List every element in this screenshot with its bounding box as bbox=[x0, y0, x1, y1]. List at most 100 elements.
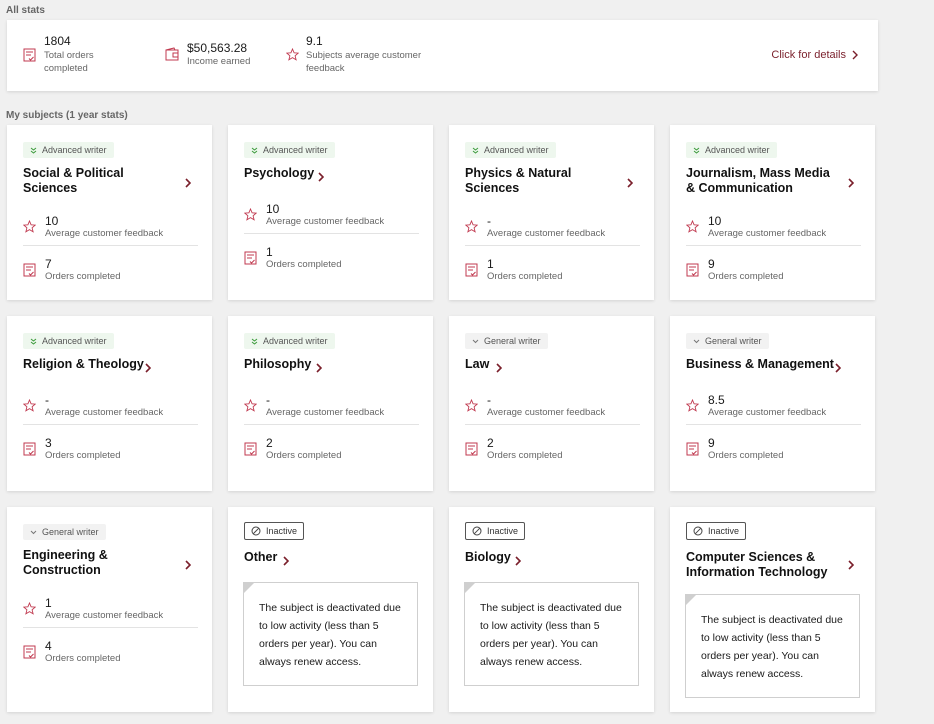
subject-title[interactable]: Religion & Theology bbox=[23, 357, 144, 372]
stat-total-orders: 1804 Total orders completed bbox=[23, 34, 153, 78]
orders-value: 2 bbox=[266, 436, 273, 450]
subject-title[interactable]: Social & Political Sciences bbox=[23, 166, 178, 196]
double-chevron-icon bbox=[251, 147, 258, 154]
orders-label: Orders completed bbox=[45, 450, 121, 461]
feedback-label: Average customer feedback bbox=[45, 228, 164, 239]
total-orders-label: Total orders completed bbox=[44, 50, 94, 74]
subject-card: General writer Law - Average customer feedb… bbox=[449, 316, 654, 491]
star-icon bbox=[22, 219, 37, 238]
chevron-right-icon[interactable] bbox=[848, 175, 855, 193]
orders-icon bbox=[244, 442, 257, 461]
chevron-right-icon[interactable] bbox=[848, 557, 855, 575]
feedback-value: - bbox=[266, 393, 270, 407]
orders-label: Orders completed bbox=[266, 450, 342, 461]
chevron-right-icon[interactable] bbox=[316, 360, 323, 378]
feedback-value: 10 bbox=[266, 202, 280, 216]
orders-icon bbox=[23, 263, 36, 282]
chevron-right-icon[interactable] bbox=[318, 169, 325, 187]
feedback-label: Average customer feedback bbox=[45, 610, 164, 621]
subject-card: General writer Engineering & Construction… bbox=[7, 507, 212, 712]
subject-title[interactable]: Psychology bbox=[244, 166, 314, 181]
divider bbox=[244, 233, 419, 234]
general-writer-badge: General writer bbox=[686, 333, 769, 349]
orders-icon bbox=[244, 251, 257, 270]
orders-icon bbox=[686, 263, 699, 282]
feedback-label: Average customer feedback bbox=[45, 407, 164, 418]
subject-title[interactable]: Other bbox=[244, 550, 277, 565]
subject-title[interactable]: Computer Sciences & Information Technolo… bbox=[686, 550, 841, 580]
chevron-right-icon[interactable] bbox=[185, 175, 192, 193]
divider bbox=[23, 627, 198, 628]
chevron-right-icon[interactable] bbox=[185, 557, 192, 575]
my-subjects-title: My subjects (1 year stats) bbox=[6, 110, 128, 121]
feedback-value: 10 bbox=[45, 214, 59, 228]
subject-title[interactable]: Law bbox=[465, 357, 489, 372]
feedback-label: Average customer feedback bbox=[487, 228, 606, 239]
feedback-value: 9.1 bbox=[306, 34, 323, 48]
badge-label: Inactive bbox=[266, 526, 298, 536]
badge-label: General writer bbox=[705, 336, 762, 346]
notice-corner bbox=[464, 582, 476, 594]
notice-corner bbox=[243, 582, 255, 594]
deactivated-notice: The subject is deactivated due to low ac… bbox=[685, 594, 860, 698]
subject-card: Advanced writer Social & Political Scienc… bbox=[7, 125, 212, 300]
subject-card: Inactive Other The subject is deactivated … bbox=[228, 507, 433, 712]
subject-title[interactable]: Engineering & Construction bbox=[23, 548, 178, 578]
deactivated-text: The subject is deactivated due to low ac… bbox=[701, 614, 843, 680]
income-value: $50,563.28 bbox=[187, 41, 248, 55]
divider bbox=[465, 245, 640, 246]
feedback-value: 8.5 bbox=[708, 393, 725, 407]
badge-label: Advanced writer bbox=[484, 145, 549, 155]
star-icon bbox=[685, 219, 700, 238]
star-icon bbox=[22, 398, 37, 417]
badge-label: Advanced writer bbox=[42, 336, 107, 346]
subject-title[interactable]: Business & Management bbox=[686, 357, 834, 372]
subject-title[interactable]: Journalism, Mass Media & Communication bbox=[686, 166, 841, 196]
advanced-writer-badge: Advanced writer bbox=[244, 333, 335, 349]
divider bbox=[23, 424, 198, 425]
chevron-right-icon[interactable] bbox=[496, 360, 503, 378]
double-chevron-icon bbox=[693, 147, 700, 154]
chevron-down-icon bbox=[472, 339, 479, 344]
subject-title[interactable]: Physics & Natural Sciences bbox=[465, 166, 620, 196]
advanced-writer-badge: Advanced writer bbox=[23, 142, 114, 158]
inactive-badge: Inactive bbox=[244, 522, 305, 540]
chevron-right-icon[interactable] bbox=[283, 553, 290, 571]
badge-label: Advanced writer bbox=[263, 145, 328, 155]
subject-title[interactable]: Philosophy bbox=[244, 357, 311, 372]
subject-title[interactable]: Biology bbox=[465, 550, 511, 565]
advanced-writer-badge: Advanced writer bbox=[244, 142, 335, 158]
subject-card: Advanced writer Journalism, Mass Media & … bbox=[670, 125, 875, 300]
chevron-right-icon[interactable] bbox=[835, 360, 842, 378]
double-chevron-icon bbox=[251, 338, 258, 345]
chevron-right-icon[interactable] bbox=[627, 175, 634, 193]
orders-value: 9 bbox=[708, 436, 715, 450]
advanced-writer-badge: Advanced writer bbox=[686, 142, 777, 158]
divider bbox=[244, 424, 419, 425]
subject-card: Advanced writer Physics & Natural Science… bbox=[449, 125, 654, 300]
orders-value: 7 bbox=[45, 257, 52, 271]
deactivated-notice: The subject is deactivated due to low ac… bbox=[243, 582, 418, 686]
feedback-label: Subjects average customer feedback bbox=[306, 50, 422, 74]
inactive-icon bbox=[693, 526, 703, 536]
orders-label: Orders completed bbox=[487, 271, 563, 282]
orders-label: Orders completed bbox=[487, 450, 563, 461]
orders-label: Orders completed bbox=[266, 259, 342, 270]
general-writer-badge: General writer bbox=[465, 333, 548, 349]
total-orders-value: 1804 bbox=[44, 34, 71, 48]
star-icon bbox=[464, 219, 479, 238]
orders-icon bbox=[23, 48, 36, 62]
stat-income: $50,563.28 Income earned bbox=[165, 34, 295, 78]
star-icon bbox=[243, 207, 258, 226]
details-link[interactable]: Click for details bbox=[771, 49, 858, 61]
feedback-value: - bbox=[487, 393, 491, 407]
chevron-right-icon[interactable] bbox=[145, 360, 152, 378]
orders-icon bbox=[23, 442, 36, 461]
chevron-right-icon[interactable] bbox=[515, 553, 522, 571]
chevron-down-icon bbox=[693, 339, 700, 344]
general-writer-badge: General writer bbox=[23, 524, 106, 540]
feedback-value: - bbox=[45, 393, 49, 407]
deactivated-notice: The subject is deactivated due to low ac… bbox=[464, 582, 639, 686]
inactive-badge: Inactive bbox=[686, 522, 747, 540]
divider bbox=[465, 424, 640, 425]
